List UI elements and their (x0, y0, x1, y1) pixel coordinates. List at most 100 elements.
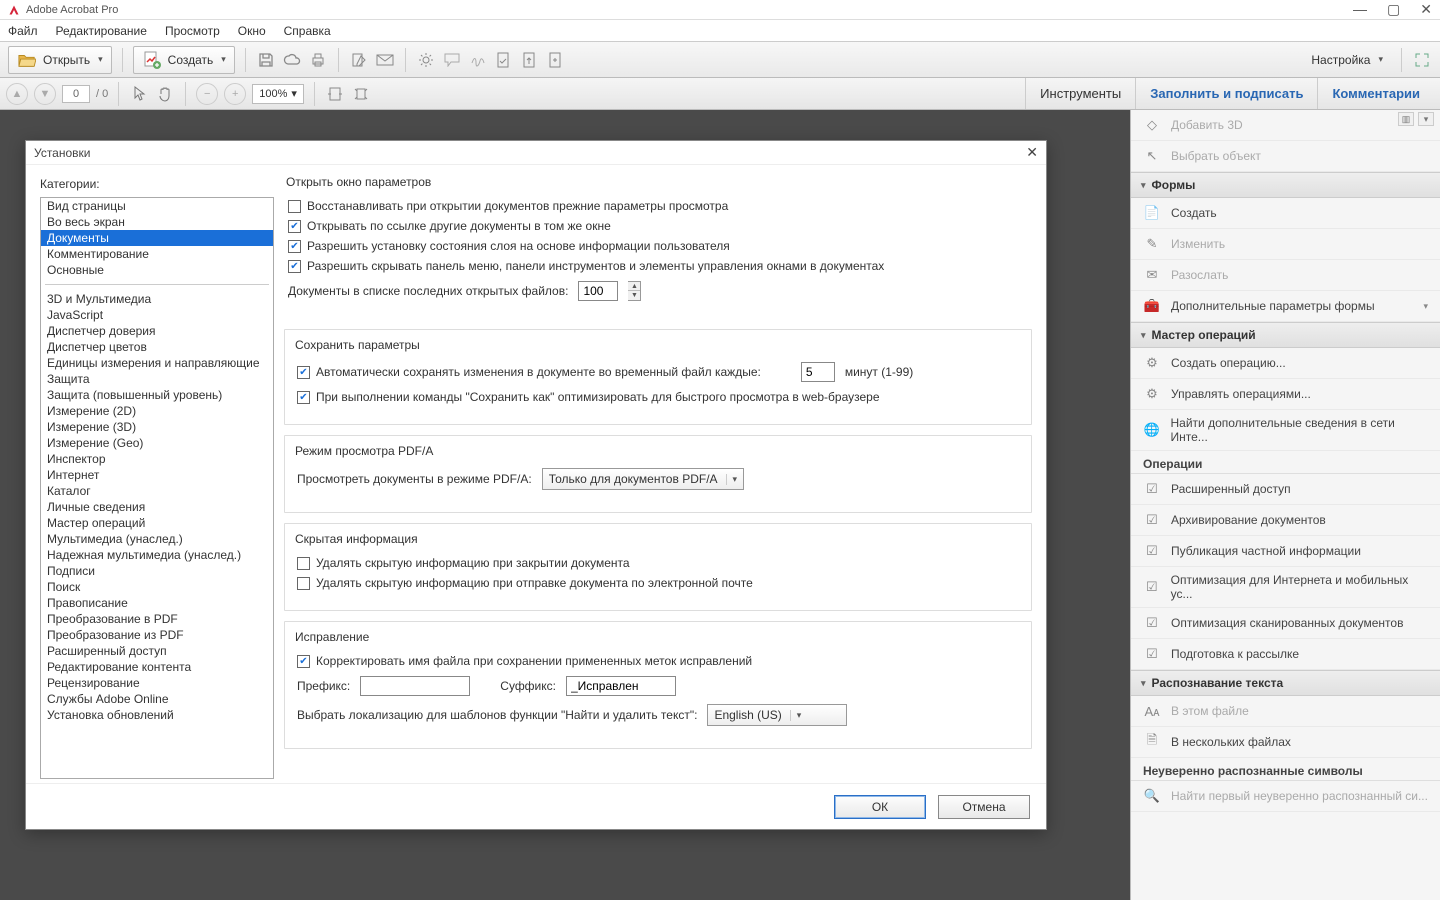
doc-check-icon[interactable] (494, 50, 514, 70)
tab-comments[interactable]: Комментарии (1317, 78, 1434, 109)
layer-state-checkbox[interactable]: ✔Разрешить установку состояния слоя на о… (288, 239, 1028, 253)
menu-help[interactable]: Справка (284, 24, 331, 38)
doc-plus-icon[interactable] (546, 50, 566, 70)
menu-window[interactable]: Окно (238, 24, 266, 38)
autosave-minutes-input[interactable] (801, 362, 835, 382)
category-item[interactable]: Интернет (41, 467, 273, 483)
panel-item[interactable]: ⚙Управлять операциями... (1131, 379, 1440, 410)
spin-down-icon[interactable]: ▼ (628, 291, 640, 300)
locale-dropdown[interactable]: English (US)▾ (707, 704, 847, 726)
category-item[interactable]: 3D и Мультимедиа (41, 291, 273, 307)
prefix-input[interactable] (360, 676, 470, 696)
category-item[interactable]: Во весь экран (41, 214, 273, 230)
panel-section-actions-wizard[interactable]: ▾Мастер операций (1131, 322, 1440, 348)
autosave-checkbox[interactable]: ✔Автоматически сохранять изменения в док… (297, 365, 761, 379)
select-tool-icon[interactable] (129, 84, 149, 104)
recent-docs-input[interactable] (578, 281, 618, 301)
page-number-input[interactable]: 0 (62, 85, 90, 103)
panel-item[interactable]: ☑Публикация частной информации (1131, 536, 1440, 567)
category-item-selected[interactable]: Документы (41, 230, 273, 246)
panel-item[interactable]: 🗎В нескольких файлах (1131, 727, 1440, 758)
panel-item[interactable]: ☑Подготовка к рассылке (1131, 639, 1440, 670)
panel-view-toggle[interactable]: ▥▾ (1396, 110, 1436, 128)
category-item[interactable]: Преобразование из PDF (41, 627, 273, 643)
gear-icon[interactable] (416, 50, 436, 70)
remove-hidden-email-checkbox[interactable]: Удалять скрытую информацию при отправке … (297, 576, 1019, 590)
adjust-filename-checkbox[interactable]: ✔Корректировать имя файла при сохранении… (297, 654, 1019, 668)
category-item[interactable]: Диспетчер доверия (41, 323, 273, 339)
pdfa-mode-dropdown[interactable]: Только для документов PDF/A▾ (542, 468, 744, 490)
category-item[interactable]: Правописание (41, 595, 273, 611)
cross-doc-links-checkbox[interactable]: ✔Открывать по ссылке другие документы в … (288, 219, 1028, 233)
category-item[interactable]: Каталог (41, 483, 273, 499)
remove-hidden-close-checkbox[interactable]: Удалять скрытую информацию при закрытии … (297, 556, 1019, 570)
spin-up-icon[interactable]: ▲ (628, 282, 640, 291)
zoom-dropdown[interactable]: 100%▾ (252, 84, 304, 104)
doc-up-icon[interactable] (520, 50, 540, 70)
hand-tool-icon[interactable] (155, 84, 175, 104)
category-item[interactable]: Рецензирование (41, 675, 273, 691)
sign-icon[interactable] (468, 50, 488, 70)
panel-section-forms[interactable]: ▾Формы (1131, 172, 1440, 198)
comment-icon[interactable] (442, 50, 462, 70)
category-item[interactable]: Измерение (3D) (41, 419, 273, 435)
panel-item[interactable]: ⚙Создать операцию... (1131, 348, 1440, 379)
cloud-icon[interactable] (282, 50, 302, 70)
category-item[interactable]: Измерение (Geo) (41, 435, 273, 451)
category-item[interactable]: Единицы измерения и направляющие (41, 355, 273, 371)
tab-fill-sign[interactable]: Заполнить и подписать (1135, 78, 1317, 109)
menu-view[interactable]: Просмотр (165, 24, 220, 38)
category-item[interactable]: Службы Adobe Online (41, 691, 273, 707)
panel-item[interactable]: ☑Оптимизация для Интернета и мобильных у… (1131, 567, 1440, 608)
category-item[interactable]: JavaScript (41, 307, 273, 323)
fit-page-icon[interactable] (351, 84, 371, 104)
zoom-in-button[interactable]: + (224, 83, 246, 105)
category-item[interactable]: Комментирование (41, 246, 273, 262)
zoom-out-button[interactable]: − (196, 83, 218, 105)
panel-item[interactable]: 🌐Найти дополнительные сведения в сети Ин… (1131, 410, 1440, 451)
panel-item[interactable]: ☑Расширенный доступ (1131, 474, 1440, 505)
restore-view-checkbox[interactable]: Восстанавливать при открытии документов … (288, 199, 1028, 213)
category-item[interactable]: Основные (41, 262, 273, 278)
maximize-button[interactable]: ▢ (1387, 1, 1400, 18)
expand-icon[interactable] (1412, 50, 1432, 70)
category-item[interactable]: Защита (41, 371, 273, 387)
category-item[interactable]: Надежная мультимедиа (унаслед.) (41, 547, 273, 563)
categories-list[interactable]: Вид страницы Во весь экран Документы Ком… (40, 197, 274, 779)
category-item[interactable]: Подписи (41, 563, 273, 579)
category-item[interactable]: Преобразование в PDF (41, 611, 273, 627)
open-button[interactable]: Открыть ▾ (8, 46, 112, 74)
edit-page-icon[interactable] (349, 50, 369, 70)
panel-item[interactable]: 🧰Дополнительные параметры формы▾ (1131, 291, 1440, 322)
page-up-button[interactable]: ▲ (6, 83, 28, 105)
category-item[interactable]: Защита (повышенный уровень) (41, 387, 273, 403)
save-icon[interactable] (256, 50, 276, 70)
mail-icon[interactable] (375, 50, 395, 70)
optimize-fast-web-checkbox[interactable]: ✔При выполнении команды "Сохранить как" … (297, 390, 1019, 404)
panel-item[interactable]: ☑Архивирование документов (1131, 505, 1440, 536)
category-item[interactable]: Редактирование контента (41, 659, 273, 675)
category-item[interactable]: Вид страницы (41, 198, 273, 214)
ok-button[interactable]: ОК (834, 795, 926, 819)
fit-width-icon[interactable] (325, 84, 345, 104)
panel-item[interactable]: 📄Создать (1131, 198, 1440, 229)
customize-dropdown[interactable]: Настройка ▾ (1303, 53, 1391, 67)
spinner-buttons[interactable]: ▲▼ (628, 281, 641, 301)
dialog-close-button[interactable]: ✕ (1026, 144, 1038, 161)
category-item[interactable]: Поиск (41, 579, 273, 595)
minimize-button[interactable]: — (1353, 1, 1367, 18)
print-icon[interactable] (308, 50, 328, 70)
panel-section-ocr[interactable]: ▾Распознавание текста (1131, 670, 1440, 696)
menu-file[interactable]: Файл (8, 24, 38, 38)
panel-item[interactable]: ☑Оптимизация сканированных документов (1131, 608, 1440, 639)
category-item[interactable]: Мастер операций (41, 515, 273, 531)
page-down-button[interactable]: ▼ (34, 83, 56, 105)
create-button[interactable]: Создать ▾ (133, 46, 235, 74)
menu-edit[interactable]: Редактирование (56, 24, 147, 38)
category-item[interactable]: Личные сведения (41, 499, 273, 515)
cancel-button[interactable]: Отмена (938, 795, 1030, 819)
category-item[interactable]: Установка обновлений (41, 707, 273, 723)
category-item[interactable]: Измерение (2D) (41, 403, 273, 419)
category-item[interactable]: Расширенный доступ (41, 643, 273, 659)
category-item[interactable]: Инспектор (41, 451, 273, 467)
